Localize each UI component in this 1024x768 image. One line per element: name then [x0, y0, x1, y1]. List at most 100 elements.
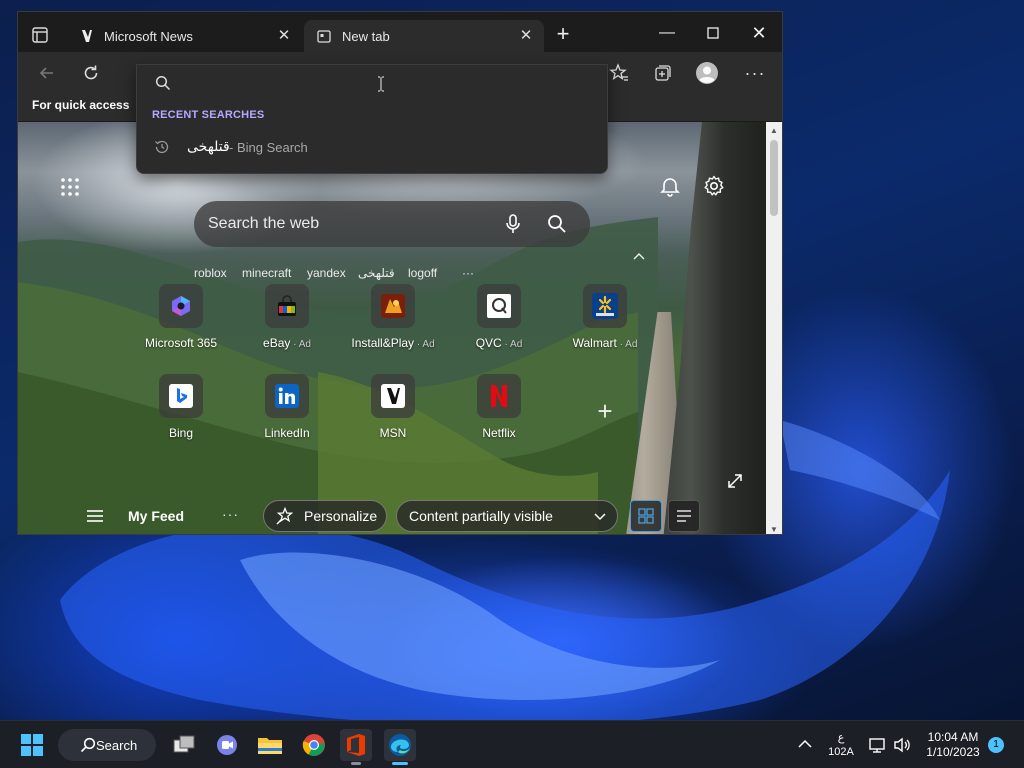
- msn-icon: [78, 28, 94, 44]
- msn-icon: [371, 374, 415, 418]
- recent-searches-heading: RECENT SEARCHES: [152, 109, 265, 121]
- tile-netflix[interactable]: Netflix: [444, 374, 554, 454]
- personalize-button[interactable]: Personalize: [263, 500, 387, 532]
- list-view-icon[interactable]: [668, 500, 700, 532]
- tab-microsoft-news[interactable]: Microsoft News ✕: [66, 20, 302, 52]
- keyboard-layout: 102A: [828, 746, 854, 758]
- network-icon[interactable]: [868, 735, 888, 755]
- tile-linkedin[interactable]: LinkedIn: [232, 374, 342, 454]
- gear-icon[interactable]: [702, 174, 726, 198]
- recent-search-item[interactable]: قتلهخی - Bing Search: [137, 133, 607, 163]
- maximize-icon[interactable]: [698, 20, 728, 46]
- browser-window: Microsoft News ✕ New tab ✕ + — ✕ ··· For…: [17, 11, 783, 535]
- text-cursor-icon: [377, 76, 385, 92]
- search-icon[interactable]: [546, 213, 568, 235]
- tile-label: LinkedIn: [264, 426, 310, 440]
- file-explorer-icon[interactable]: [254, 729, 286, 761]
- tile-bing[interactable]: Bing: [126, 374, 236, 454]
- chevron-up-icon[interactable]: [632, 250, 648, 264]
- taskbar: Search ع 102A 10:04 AM 1/10/2023 1: [0, 720, 1024, 768]
- more-options-icon[interactable]: ···: [742, 60, 768, 86]
- clock-time: 10:04 AM: [927, 730, 979, 744]
- windows-start-icon[interactable]: [16, 729, 48, 761]
- favorites-star-icon[interactable]: [606, 60, 632, 86]
- collections-icon[interactable]: [650, 60, 676, 86]
- walmart-icon: [583, 284, 627, 328]
- system-clock[interactable]: 10:04 AM 1/10/2023: [918, 730, 988, 760]
- running-indicator: [351, 762, 361, 765]
- tab-actions-icon[interactable]: [30, 25, 50, 45]
- tile-microsoft-365[interactable]: Microsoft 365: [126, 284, 236, 364]
- taskbar-search-label: Search: [96, 737, 138, 753]
- tile-ebay[interactable]: eBay · Ad: [232, 284, 342, 364]
- volume-icon[interactable]: [892, 735, 912, 755]
- history-clock-icon: [154, 139, 170, 155]
- more-options-icon[interactable]: ···: [222, 506, 239, 522]
- chevron-up-icon[interactable]: [796, 735, 814, 753]
- content-visibility-label: Content partially visible: [409, 508, 553, 524]
- notification-bell-icon[interactable]: [658, 174, 682, 198]
- ebay-bag-icon: [265, 284, 309, 328]
- office-icon[interactable]: [340, 729, 372, 765]
- app-launcher-icon[interactable]: [60, 177, 80, 197]
- address-bar-dropdown: RECENT SEARCHES قتلهخی - Bing Search: [136, 64, 608, 174]
- minimize-icon[interactable]: —: [652, 20, 682, 46]
- content-visibility-dropdown[interactable]: Content partially visible: [396, 500, 618, 532]
- tile-label: Walmart: [572, 336, 617, 350]
- notification-badge[interactable]: 1: [988, 737, 1004, 753]
- tile-msn[interactable]: MSN: [338, 374, 448, 454]
- close-tab-icon[interactable]: ✕: [516, 26, 536, 46]
- trending-item[interactable]: yandex: [307, 266, 346, 280]
- feed-title[interactable]: My Feed: [128, 508, 184, 524]
- hamburger-menu-icon[interactable]: [86, 508, 104, 524]
- close-tab-icon[interactable]: ✕: [274, 26, 294, 46]
- scroll-down-icon[interactable]: ▼: [770, 525, 778, 534]
- tile-qvc[interactable]: QVC · Ad: [444, 284, 554, 364]
- tile-install-play[interactable]: Install&Play · Ad: [338, 284, 448, 364]
- address-bar: [137, 65, 607, 101]
- tab-strip: Microsoft News ✕ New tab ✕ + — ✕: [18, 12, 782, 52]
- edge-icon[interactable]: [384, 729, 416, 765]
- grid-view-icon[interactable]: [630, 500, 662, 532]
- tab-new-tab[interactable]: New tab ✕: [304, 20, 544, 52]
- tile-label: QVC: [475, 336, 502, 350]
- language-indicator[interactable]: ع 102A: [826, 731, 856, 759]
- qvc-icon: [477, 284, 521, 328]
- tile-walmart[interactable]: Walmart · Ad: [550, 284, 660, 364]
- close-window-icon[interactable]: ✕: [744, 20, 774, 46]
- ad-marker: · Ad: [501, 339, 523, 350]
- new-tab-button[interactable]: +: [551, 23, 575, 47]
- microsoft-365-icon: [159, 284, 203, 328]
- tile-label: MSN: [379, 426, 407, 440]
- chevron-down-icon: [593, 509, 607, 523]
- trending-item[interactable]: logoff: [408, 266, 437, 280]
- trending-item[interactable]: roblox: [194, 266, 227, 280]
- scroll-thumb[interactable]: [770, 140, 778, 216]
- teams-chat-icon[interactable]: [211, 729, 243, 761]
- scroll-up-icon[interactable]: ▲: [770, 126, 778, 135]
- recent-search-source: - Bing Search: [229, 140, 308, 155]
- refresh-icon[interactable]: [78, 60, 104, 86]
- chrome-icon[interactable]: [298, 729, 330, 761]
- ad-marker: · Ad: [290, 339, 311, 350]
- search-icon: [155, 75, 171, 91]
- task-view-icon[interactable]: [168, 729, 200, 761]
- pencil-star-icon: [276, 507, 294, 525]
- tile-label: eBay: [263, 336, 291, 350]
- add-site-icon[interactable]: +: [592, 398, 618, 424]
- back-arrow-icon[interactable]: [34, 60, 60, 86]
- trending-item[interactable]: minecraft: [242, 266, 291, 280]
- trending-more-icon[interactable]: ···: [462, 266, 474, 280]
- profile-avatar-icon[interactable]: [694, 60, 720, 86]
- expand-icon[interactable]: [726, 472, 744, 490]
- microphone-icon[interactable]: [502, 213, 524, 235]
- language-script: ع: [837, 732, 845, 744]
- ad-marker: · Ad: [414, 339, 435, 350]
- search-placeholder: Search the web: [208, 215, 320, 232]
- vertical-scrollbar[interactable]: ▲ ▼: [766, 122, 782, 534]
- new-tab-page-icon: [316, 28, 332, 44]
- trending-item[interactable]: قتلهخی: [358, 266, 395, 280]
- taskbar-search-button[interactable]: Search: [58, 729, 156, 761]
- web-search-box[interactable]: Search the web: [194, 201, 590, 247]
- favorites-bar-hint: For quick access: [32, 98, 130, 112]
